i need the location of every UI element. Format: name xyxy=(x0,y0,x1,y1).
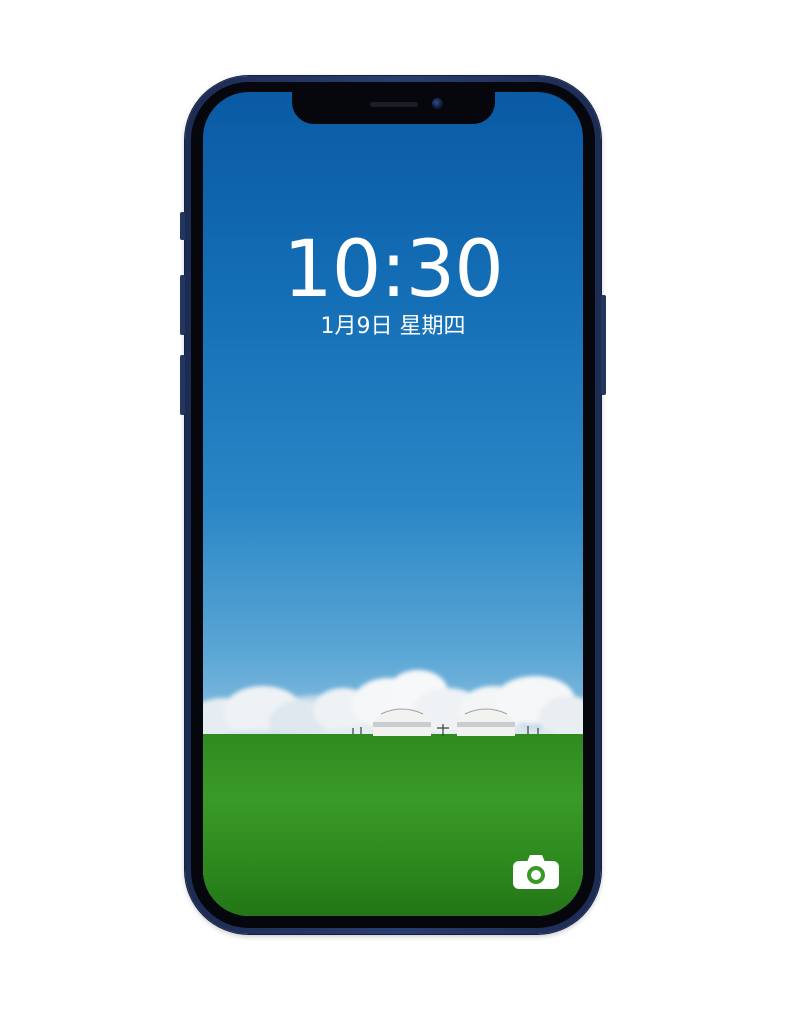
camera-shortcut-button[interactable] xyxy=(513,855,559,889)
side-power-button[interactable] xyxy=(601,295,606,395)
lock-screen-date: 1月9日 星期四 xyxy=(320,314,466,339)
yurts xyxy=(352,708,539,736)
lock-screen-time: 10:30 xyxy=(283,225,504,315)
notch xyxy=(292,92,495,124)
lock-screen: 10:30 1月9日 星期四 xyxy=(203,92,583,916)
volume-up-button[interactable] xyxy=(180,275,185,335)
earpiece-speaker xyxy=(370,102,418,107)
camera-icon xyxy=(513,855,559,889)
silent-switch xyxy=(180,212,185,240)
front-camera xyxy=(432,98,443,109)
volume-down-button[interactable] xyxy=(180,355,185,415)
